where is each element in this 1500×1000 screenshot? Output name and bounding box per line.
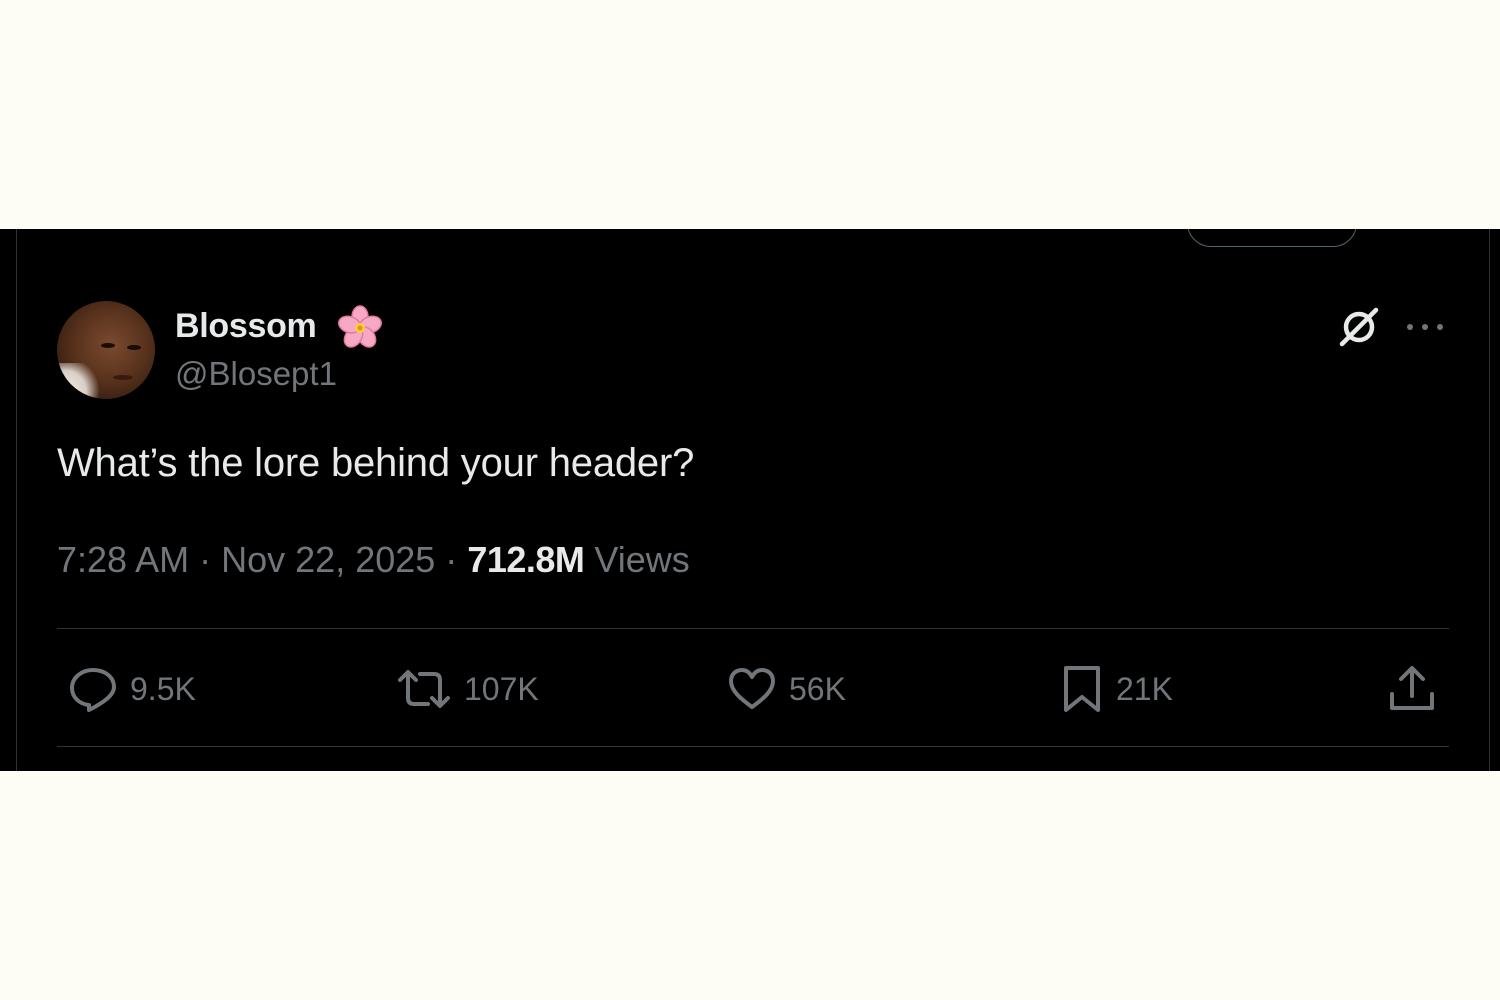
meta-separator: ·	[445, 539, 458, 580]
follow-button-partial[interactable]	[1187, 229, 1357, 247]
post-time[interactable]: 7:28 AM	[57, 539, 189, 580]
views-label: Views	[594, 539, 690, 580]
like-count: 56K	[789, 670, 846, 707]
reply-button[interactable]: 9.5K	[68, 664, 196, 714]
post-date[interactable]: Nov 22, 2025	[221, 539, 435, 580]
post-meta: 7:28 AM · Nov 22, 2025 · 712.8M Views	[57, 539, 690, 581]
author-display-name[interactable]: Blossom	[175, 307, 317, 346]
share-button[interactable]	[1386, 664, 1438, 714]
column-border-left	[16, 229, 17, 771]
reply-count: 9.5K	[130, 670, 196, 707]
bookmark-count: 21K	[1116, 670, 1173, 707]
meta-separator: ·	[199, 539, 212, 580]
bookmark-button[interactable]: 21K	[1060, 664, 1173, 714]
repost-icon	[398, 670, 450, 708]
avatar[interactable]	[57, 301, 155, 399]
cherry-blossom-icon	[338, 305, 382, 348]
author-handle[interactable]: @Blosept1	[175, 355, 337, 393]
post-text: What’s the lore behind your header?	[57, 441, 695, 485]
post-detail-view: Blossom @Blosept1 What’s the lore behind…	[0, 229, 1500, 771]
repost-count: 107K	[464, 670, 539, 707]
heart-icon	[729, 668, 775, 709]
views-count: 712.8M	[467, 539, 585, 580]
column-border-right	[1489, 229, 1490, 771]
share-icon	[1390, 666, 1434, 710]
more-icon[interactable]	[1404, 313, 1446, 341]
divider	[57, 628, 1449, 629]
like-button[interactable]: 56K	[727, 664, 846, 714]
bookmark-icon	[1064, 666, 1100, 712]
repost-button[interactable]: 107K	[396, 664, 539, 714]
grok-icon[interactable]	[1336, 304, 1382, 350]
divider	[57, 746, 1449, 747]
reply-icon	[70, 668, 116, 712]
